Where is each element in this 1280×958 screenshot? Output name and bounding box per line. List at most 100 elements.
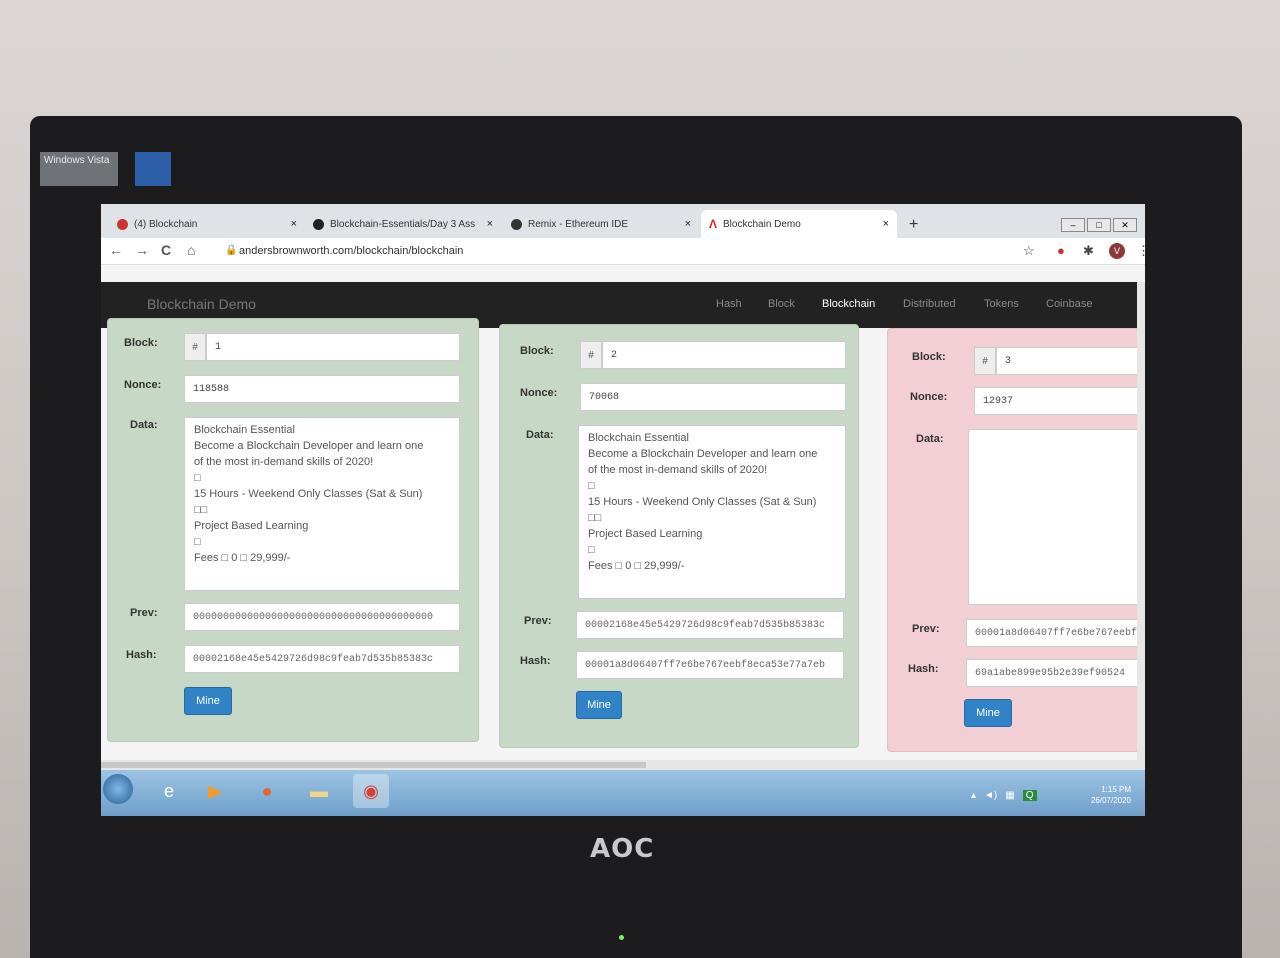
hash-prefix: # [580, 341, 602, 369]
monitor-brand: AOC [590, 834, 655, 864]
nonce-input[interactable]: 118588 [184, 375, 460, 403]
data-line: 15 Hours - Weekend Only Classes (Sat & S… [588, 496, 817, 508]
nonce-input[interactable]: 12937 [974, 387, 1145, 415]
data-line: Blockchain Essential [194, 424, 295, 436]
data-line: Fees □ 0 □ 29,999/- [588, 560, 685, 572]
media-player-icon[interactable]: ▶ [197, 774, 233, 808]
block-card-3: Block: # 3 Nonce: 12937 Data: Prev: 0000… [887, 328, 1145, 752]
site-brand[interactable]: Blockchain Demo [147, 296, 256, 312]
windows-vista-sticker: Windows Vista [40, 152, 118, 186]
data-textarea[interactable]: Blockchain Essential Become a Blockchain … [184, 417, 460, 591]
new-tab-button[interactable]: + [909, 216, 918, 234]
home-button[interactable]: ⌂ [187, 242, 195, 258]
nonce-label: Nonce: [910, 391, 948, 403]
nav-block[interactable]: Block [768, 298, 795, 310]
window-controls: – □ ✕ [1061, 218, 1137, 232]
vertical-scrollbar[interactable] [1137, 282, 1145, 760]
tab-bar: (4) Blockchain × Blockchain-Essentials/D… [101, 204, 1145, 238]
mine-button[interactable]: Mine [576, 691, 622, 719]
url-input[interactable]: andersbrownworth.com/blockchain/blockcha… [239, 245, 463, 257]
data-line: □□ [588, 512, 602, 524]
close-window-button[interactable]: ✕ [1113, 218, 1137, 232]
data-line: □ [194, 472, 201, 484]
data-label: Data: [916, 433, 944, 445]
data-line: Become a Blockchain Developer and learn … [588, 448, 818, 460]
chrome-icon[interactable]: ◉ [353, 774, 389, 808]
firefox-icon[interactable]: ● [249, 774, 285, 808]
nonce-input[interactable]: 70068 [580, 383, 846, 411]
data-textarea[interactable]: Blockchain Essential Become a Blockchain … [578, 425, 846, 599]
nav-coinbase[interactable]: Coinbase [1046, 298, 1092, 310]
data-line: Become a Blockchain Developer and learn … [194, 440, 424, 452]
windows-taskbar: e ▶ ● ▬ ◉ ▴ ◄) ▦ Q 1:15 PM 26/07/2020 [101, 770, 1145, 816]
anders-logo-icon: Λ [709, 217, 718, 231]
block-card-2: Block: # 2 Nonce: 70068 Data: Blockchain… [499, 324, 859, 748]
back-button[interactable]: ← [109, 242, 123, 258]
hash-prefix: # [184, 333, 206, 361]
bookmark-star-icon[interactable]: ☆ [1023, 243, 1035, 259]
clock-date: 26/07/2020 [1090, 796, 1131, 805]
internet-explorer-icon[interactable]: e [151, 774, 187, 808]
data-line: of the most in-demand skills of 2020! [194, 456, 374, 468]
mine-button[interactable]: Mine [184, 687, 232, 715]
energy-star-sticker [135, 152, 171, 186]
block-number-input[interactable]: 3 [996, 347, 1145, 375]
start-button[interactable] [103, 774, 133, 804]
data-line: Project Based Learning [588, 528, 703, 540]
extension-icon[interactable]: ● [1057, 243, 1065, 258]
tab-label: Blockchain-Essentials/Day 3 Ass [330, 218, 476, 230]
close-icon[interactable]: × [685, 218, 691, 230]
data-line: 15 Hours - Weekend Only Classes (Sat & S… [194, 488, 423, 500]
nav-tokens[interactable]: Tokens [984, 298, 1019, 310]
data-textarea[interactable] [968, 429, 1145, 605]
block-number-input[interactable]: 1 [206, 333, 460, 361]
data-line: □ [194, 536, 201, 548]
mine-button[interactable]: Mine [964, 699, 1012, 727]
avatar[interactable]: V [1109, 243, 1125, 259]
nonce-label: Nonce: [520, 387, 558, 399]
reload-button[interactable]: C [161, 242, 171, 258]
puzzle-icon[interactable]: ✱ [1083, 243, 1094, 259]
prev-hash-field: 00001a8d06407ff7e6be767eebf8eca53e77a7eb [966, 619, 1145, 647]
network-icon[interactable]: ▦ [1005, 790, 1014, 801]
folder-icon[interactable]: ▬ [301, 774, 337, 808]
close-icon[interactable]: × [487, 218, 493, 230]
remix-icon [511, 218, 522, 230]
menu-icon[interactable]: ⋮ [1137, 243, 1145, 259]
prev-label: Prev: [912, 623, 940, 635]
block-label: Block: [912, 351, 946, 363]
minimize-button[interactable]: – [1061, 218, 1085, 232]
block-number-input[interactable]: 2 [602, 341, 846, 369]
nav-hash[interactable]: Hash [716, 298, 742, 310]
scrollbar-thumb[interactable] [101, 762, 646, 768]
data-line: Blockchain Essential [588, 432, 689, 444]
q-app-icon[interactable]: Q [1022, 790, 1037, 801]
prev-hash-field: 00002168e45e5429726d98c9feab7d535b85383c [576, 611, 844, 639]
tab-github[interactable]: Blockchain-Essentials/Day 3 Ass × [305, 210, 501, 238]
data-line: □ [588, 544, 595, 556]
tab-label: (4) Blockchain [134, 218, 198, 230]
nav-blockchain[interactable]: Blockchain [822, 298, 875, 310]
tray-chevron-icon[interactable]: ▴ [971, 790, 976, 801]
nonce-label: Nonce: [124, 379, 162, 391]
power-led [619, 935, 624, 940]
volume-icon[interactable]: ◄) [984, 790, 997, 801]
block-label: Block: [520, 345, 554, 357]
address-bar: ← → C ⌂ 🔒 andersbrownworth.com/blockchai… [101, 238, 1145, 265]
close-icon[interactable]: × [291, 218, 297, 230]
tab-youtube[interactable]: (4) Blockchain × [109, 210, 305, 238]
tab-remix[interactable]: Remix - Ethereum IDE × [503, 210, 699, 238]
prev-label: Prev: [524, 615, 552, 627]
tab-blockchain-demo[interactable]: Λ Blockchain Demo × [701, 210, 897, 238]
github-icon [313, 218, 324, 230]
horizontal-scrollbar[interactable] [101, 760, 1145, 770]
hash-field: 00002168e45e5429726d98c9feab7d535b85383c [184, 645, 460, 673]
clock[interactable]: 1:15 PM 26/07/2020 [1091, 784, 1131, 806]
maximize-button[interactable]: □ [1087, 218, 1111, 232]
data-line: of the most in-demand skills of 2020! [588, 464, 768, 476]
nav-distributed[interactable]: Distributed [903, 298, 956, 310]
forward-button[interactable]: → [135, 242, 149, 258]
prev-hash-field: 0000000000000000000000000000000000000000 [184, 603, 460, 631]
close-icon[interactable]: × [883, 218, 889, 230]
data-line: Fees □ 0 □ 29,999/- [194, 552, 291, 564]
